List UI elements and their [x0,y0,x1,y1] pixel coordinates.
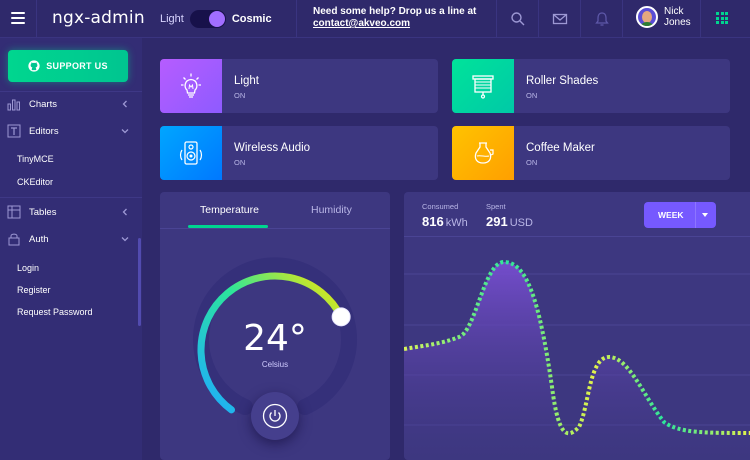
device-card-roller-shades[interactable]: Roller Shades ON [452,59,730,113]
consumed-unit: kWh [445,217,468,229]
brand-logo[interactable]: ngx-admin [52,8,145,28]
help-message: Need some help? Drop us a line at [313,6,477,17]
device-status: ON [234,91,246,100]
header-divider [700,0,701,38]
coffee-maker-icon [452,126,514,180]
sidebar-subitem-tinymce[interactable]: TinyMCE [17,154,54,164]
header-divider [36,0,37,38]
chevron-down-icon [121,129,129,134]
theme-light-label: Light [160,13,184,25]
sidebar-item-editors[interactable]: Editors [0,117,142,145]
chart-icon [7,99,20,111]
sidebar-subitem-ckeditor[interactable]: CKEditor [17,177,53,187]
device-title: Roller Shades [526,75,599,87]
period-dropdown[interactable]: WEEK [644,202,716,228]
device-title: Light [234,75,259,87]
support-us-label: SUPPORT US [46,61,108,71]
mail-icon[interactable] [552,11,568,27]
spent-number: 291 [486,214,508,229]
avatar[interactable] [636,6,658,28]
device-card-wireless-audio[interactable]: Wireless Audio ON [160,126,438,180]
header-divider [496,0,497,38]
github-icon [28,60,40,72]
device-card-coffee-maker[interactable]: Coffee Maker ON [452,126,730,180]
device-status: ON [526,158,538,167]
sidebar-scrollbar[interactable] [138,238,141,326]
tab-active-indicator [188,225,268,228]
power-icon [262,403,288,429]
lock-icon [8,233,20,246]
speaker-icon [160,126,222,180]
chevron-down-icon [702,213,708,217]
spent-value: 291 USD [486,214,533,229]
light-bulb-icon [160,59,222,113]
sidebar: SUPPORT US Charts Editors TinyMCE CKEdit… [0,38,142,460]
header-divider [538,0,539,38]
chevron-left-icon [122,100,127,108]
temperature-value: 24° [243,318,307,359]
user-name: Nick Jones [664,6,691,28]
sidebar-item-label: Tables [29,206,57,218]
spent-unit: USD [509,217,533,229]
help-text: Need some help? Drop us a line at contac… [313,6,476,30]
device-status: ON [526,91,538,100]
editor-icon [7,124,21,138]
power-button[interactable] [251,392,299,440]
theme-cosmic-label: Cosmic [231,13,272,25]
chevron-left-icon [122,208,127,216]
consumed-label: Consumed [422,202,459,211]
user-last-name: Jones [664,17,691,28]
temperature-card: Temperature Humidity 24° Celsius [160,192,390,460]
search-icon[interactable] [510,11,526,27]
header-divider [296,0,297,38]
consumed-value: 816 kWh [422,214,468,229]
device-card-light[interactable]: Light ON [160,59,438,113]
theme-switch-knob [208,11,225,27]
menu-icon[interactable] [11,12,25,24]
apps-grid-icon[interactable] [716,12,728,24]
sidebar-item-label: Editors [29,125,59,137]
sidebar-item-label: Auth [29,233,49,245]
roller-shades-icon [452,59,514,113]
header-divider [580,0,581,38]
device-title: Coffee Maker [526,142,595,154]
sidebar-item-label: Charts [29,98,57,110]
spent-label: Spent [486,202,506,211]
sidebar-item-auth[interactable]: Auth [0,225,142,253]
consumed-number: 816 [422,214,444,229]
sidebar-item-charts[interactable]: Charts [0,90,142,118]
device-title: Wireless Audio [234,142,311,154]
chevron-down-icon [121,237,129,242]
temperature-unit: Celsius [261,360,289,369]
tab-humidity[interactable]: Humidity [311,204,352,216]
electricity-card: Consumed 816 kWh Spent 291 USD WEEK [404,192,750,460]
period-label: WEEK [658,210,684,220]
bell-icon[interactable] [594,11,610,27]
sidebar-item-tables[interactable]: Tables [0,198,142,226]
electricity-chart [404,259,750,460]
sidebar-subitem-login[interactable]: Login [17,263,39,273]
sidebar-subitem-register[interactable]: Register [17,285,51,295]
device-status: ON [234,158,246,167]
user-menu[interactable]: Nick Jones [636,6,691,28]
sidebar-subitem-request-password[interactable]: Request Password [17,307,93,317]
tab-divider [160,228,390,229]
support-us-button[interactable]: SUPPORT US [8,50,128,82]
header: ngx-admin Light Cosmic Need some help? D… [0,0,750,38]
header-divider [622,0,623,38]
theme-switch[interactable] [189,10,226,28]
help-email-link[interactable]: contact@akveo.com [313,18,410,29]
user-first-name: Nick [664,6,684,17]
tab-temperature[interactable]: Temperature [200,204,259,216]
table-icon [7,205,21,219]
theme-toggle[interactable]: Light Cosmic [160,10,272,28]
